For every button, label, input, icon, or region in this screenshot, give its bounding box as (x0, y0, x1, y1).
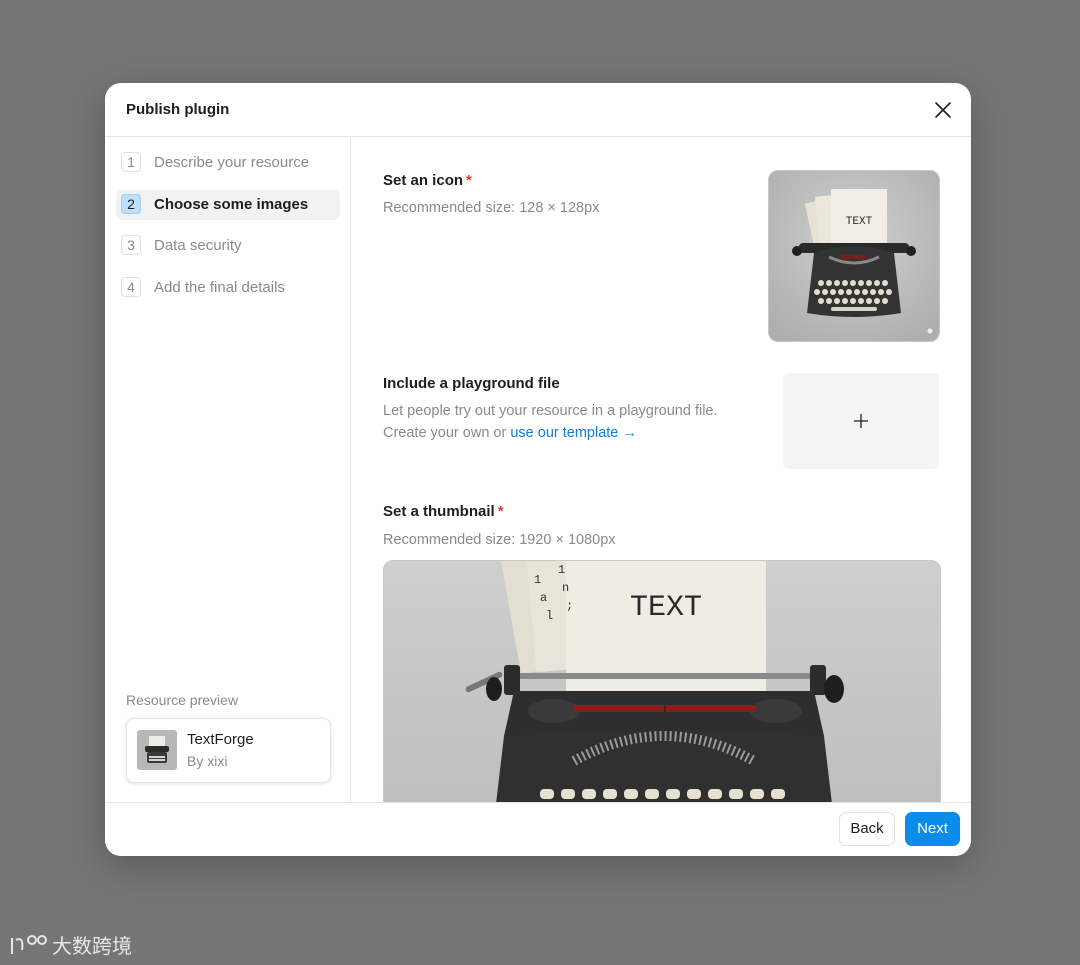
step-number: 3 (121, 235, 141, 255)
step-label: Add the final details (154, 279, 285, 296)
playground-section-title: Include a playground file (383, 375, 560, 392)
step-final-details[interactable]: 4 Add the final details (116, 273, 340, 303)
next-button[interactable]: Next (905, 812, 960, 846)
resource-preview-card: TextForge By xixi (126, 718, 331, 783)
use-template-link[interactable]: use our template → (510, 425, 637, 441)
thumbnail-section-title: Set a thumbnail * (383, 503, 504, 520)
step-describe-resource[interactable]: 1 Describe your resource (116, 148, 340, 178)
icon-section-title: Set an icon * (383, 172, 472, 189)
svg-text:大数跨境: 大数跨境 (52, 934, 132, 958)
step-number: 4 (121, 277, 141, 297)
thumbnail-upload-preview[interactable]: 1al 1 n; TEXT (383, 560, 941, 802)
dialog-header: Publish plugin (105, 83, 971, 137)
typewriter-thumbnail-image: 1al 1n; TEXT (384, 561, 940, 802)
plus-icon (854, 414, 868, 428)
step-label: Choose some images (154, 196, 309, 213)
dialog-title: Publish plugin (126, 101, 230, 118)
required-marker: * (497, 503, 504, 520)
close-icon (935, 102, 951, 118)
step-label: Data security (154, 237, 242, 254)
images-step-content: Set an icon * Recommended size: 128 × 128… (351, 137, 971, 802)
required-marker: * (466, 172, 472, 189)
step-choose-images[interactable]: 2 Choose some images (116, 190, 340, 220)
typewriter-image (137, 730, 177, 770)
paper-text: TEXT (846, 216, 873, 228)
resource-preview-label: Resource preview (126, 692, 239, 708)
step-label: Describe your resource (154, 154, 310, 171)
back-button[interactable]: Back (839, 812, 895, 846)
watermark-logo: 大数跨境 (10, 930, 150, 960)
svg-text:1: 1 (558, 563, 565, 577)
icon-upload-preview[interactable]: TEXT (768, 170, 940, 342)
add-playground-file-button[interactable] (783, 373, 939, 469)
resource-author: By xixi (187, 753, 228, 769)
playground-description: Let people try out your resource in a pl… (383, 403, 718, 441)
typewriter-icon-image: TEXT (769, 171, 939, 341)
svg-text:n: n (562, 581, 569, 595)
step-number: 1 (121, 152, 141, 172)
dialog-footer: Back Next (105, 802, 971, 856)
steps-sidebar: 1 Describe your resource 2 Choose some i… (105, 137, 351, 802)
resource-name: TextForge (187, 731, 254, 748)
svg-text:l: l (546, 609, 553, 623)
publish-plugin-dialog: Publish plugin 1 Describe your resource … (105, 83, 971, 856)
step-data-security[interactable]: 3 Data security (116, 231, 340, 261)
svg-text:1: 1 (534, 573, 541, 587)
svg-text:a: a (540, 591, 547, 605)
icon-size-hint: Recommended size: 128 × 128px (383, 200, 600, 216)
paper-text: TEXT (630, 591, 702, 625)
svg-text:;: ; (566, 599, 573, 613)
thumbnail-size-hint: Recommended size: 1920 × 1080px (383, 532, 616, 548)
step-number: 2 (121, 194, 141, 214)
close-button[interactable] (931, 98, 955, 122)
resource-preview-thumbnail (137, 730, 177, 770)
